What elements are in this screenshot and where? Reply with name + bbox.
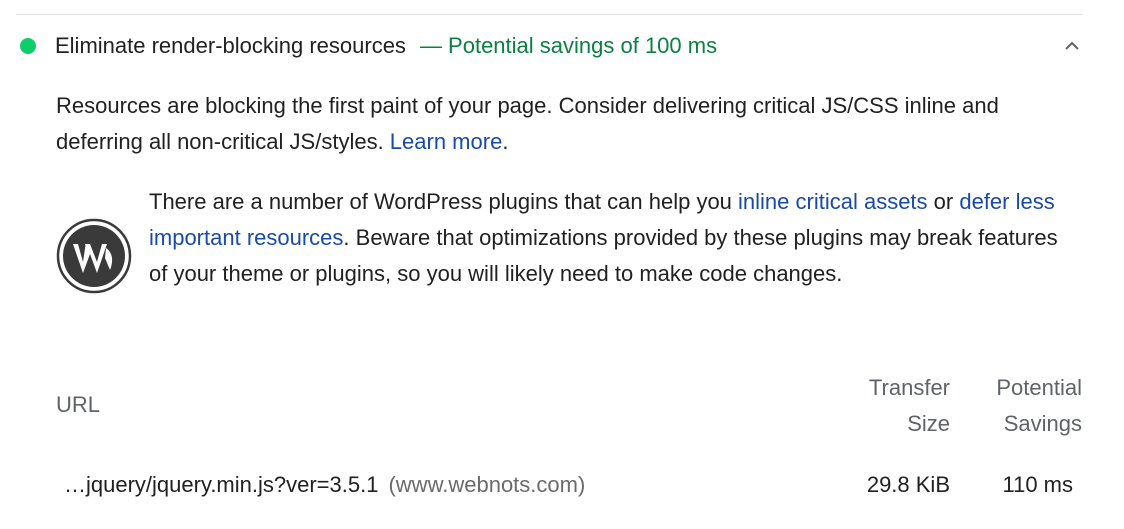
transfer-size-header-line-1: Transfer (868, 375, 950, 400)
stack-pack-text-1: There are a number of WordPress plugins … (149, 189, 739, 214)
column-header-url: URL (56, 392, 101, 417)
inline-critical-assets-link[interactable]: inline critical assets (738, 189, 928, 214)
chevron-up-icon[interactable] (1062, 36, 1082, 56)
audit-title: Eliminate render-blocking resources (55, 33, 406, 58)
audit-description: Resources are blocking the first paint o… (56, 88, 1076, 160)
resource-path[interactable]: …jquery/jquery.min.js?ver=3.5.1 (64, 472, 378, 497)
column-header-transfer-size: Transfer Size (840, 370, 950, 442)
description-end: . (502, 129, 509, 154)
resource-url[interactable]: …jquery/jquery.min.js?ver=3.5.1 (www.webn… (64, 466, 585, 504)
top-divider (16, 14, 1083, 15)
wordpress-logo-icon (56, 218, 132, 294)
savings-header-line-2: Savings (1003, 411, 1082, 436)
stack-pack-description: There are a number of WordPress plugins … (149, 184, 1079, 292)
learn-more-link[interactable]: Learn more (390, 129, 503, 154)
savings-value: 110 ms (1002, 472, 1073, 497)
stack-pack-text-2: or (927, 189, 960, 214)
pass-status-icon (20, 38, 36, 54)
transfer-size-header-line-2: Size (907, 411, 950, 436)
savings-header-line-1: Potential (996, 375, 1082, 400)
resource-host: (www.webnots.com) (388, 472, 586, 497)
audit-header[interactable]: Eliminate render-blocking resources — Po… (16, 26, 1086, 66)
transfer-size-value: 29.8 KiB (866, 472, 950, 497)
table-row: …jquery/jquery.min.js?ver=3.5.1 (www.webn… (56, 466, 1086, 504)
audit-savings: — Potential savings of 100 ms (419, 33, 718, 58)
column-header-potential-savings: Potential Savings (960, 370, 1082, 442)
description-text: Resources are blocking the first paint o… (56, 93, 999, 154)
